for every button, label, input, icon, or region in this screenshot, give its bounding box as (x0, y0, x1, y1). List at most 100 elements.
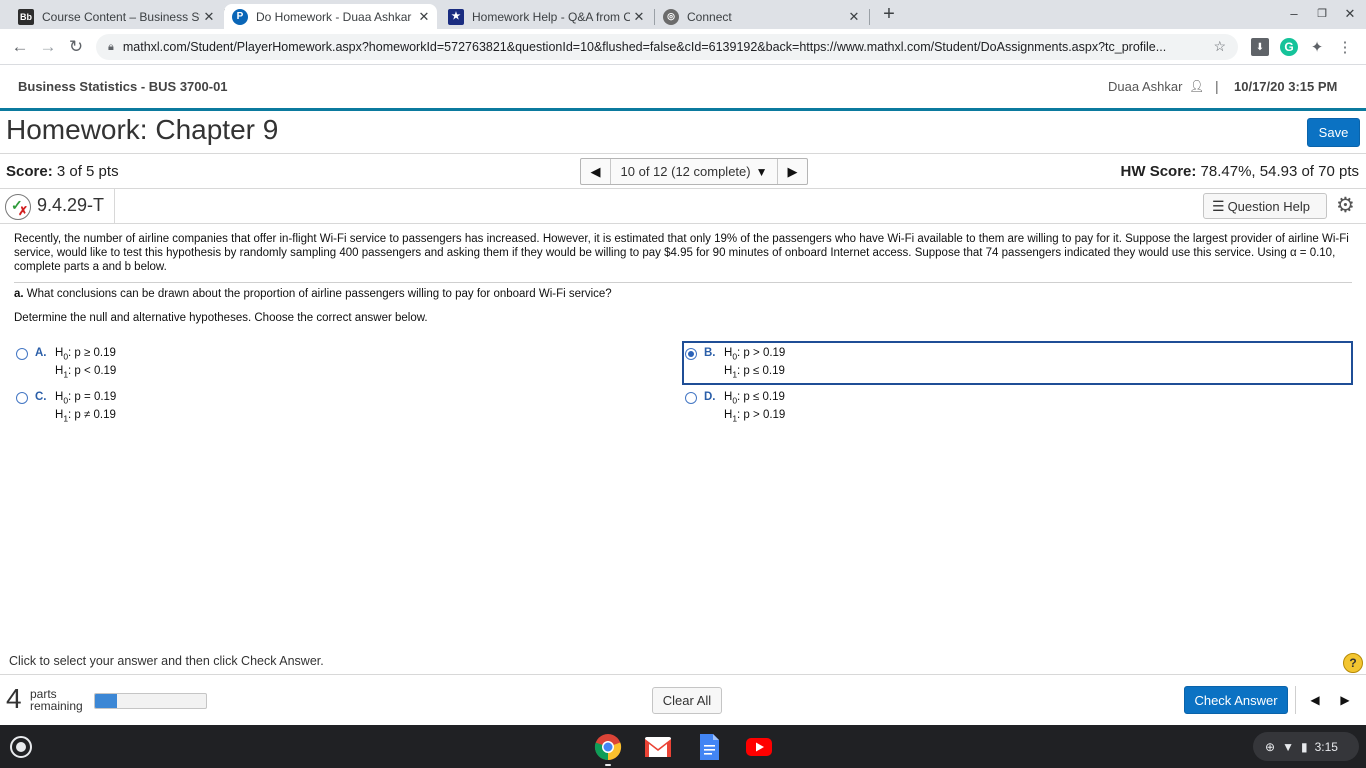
back-arrow-icon[interactable]: ← (8, 35, 32, 59)
choice-letter: C. (35, 391, 47, 403)
minimize-icon[interactable]: – (1287, 6, 1301, 21)
forward-arrow-icon[interactable]: → (36, 35, 60, 59)
hw-score-value: 78.47%, 54.93 of 70 pts (1200, 163, 1359, 180)
star-shield-icon: ★ (448, 8, 464, 25)
radio-button[interactable] (16, 392, 28, 404)
question-header: ✓ ✗ 9.4.29-T ☰ Question Help ⚙ (0, 189, 1366, 224)
reload-icon[interactable]: ↻ (64, 35, 88, 59)
question-selector[interactable]: 10 of 12 (12 complete) ▼ (611, 159, 777, 184)
restore-icon[interactable]: ❐ (1315, 7, 1329, 20)
question-help-label: Question Help (1227, 198, 1310, 214)
part-label: a. (14, 288, 24, 300)
gmail-icon[interactable] (644, 733, 672, 761)
next-question-button[interactable]: ▶ (777, 159, 807, 184)
alternative-hypothesis: H1: p ≠ 0.19 (55, 409, 116, 424)
choice-letter: D. (704, 391, 716, 403)
next-part-button[interactable]: ▶ (1331, 688, 1359, 712)
question-position: 10 of 12 (12 complete) (620, 164, 751, 179)
add-circle-icon: ⊕ (1265, 739, 1276, 754)
close-icon[interactable]: ✕ (845, 9, 863, 25)
clear-all-button[interactable]: Clear All (652, 687, 722, 714)
tab-separator (869, 9, 870, 25)
previous-part-button[interactable]: ◀ (1301, 688, 1329, 712)
chrome-icon[interactable] (594, 733, 622, 761)
triangle-left-icon: ◀ (590, 163, 601, 179)
browser-tab-strip: Bb Course Content – Business Stati ✕ P D… (0, 0, 1366, 29)
course-header: Business Statistics - BUS 3700-01 Duaa A… (0, 65, 1366, 111)
extensions-puzzle-icon[interactable]: ✦ (1308, 38, 1326, 56)
choice-a[interactable]: A. H0: p ≥ 0.19 H1: p < 0.19 (16, 346, 316, 382)
kebab-menu-icon[interactable]: ⋮ (1336, 38, 1354, 56)
launcher-icon[interactable] (10, 736, 32, 758)
pearson-icon: P (232, 8, 248, 25)
progress-fill (95, 694, 118, 708)
score-value: 3 of 5 pts (56, 163, 119, 180)
save-button[interactable]: Save (1307, 118, 1360, 147)
part-a-prompt: a. What conclusions can be drawn about t… (14, 288, 612, 300)
divider (1295, 686, 1296, 714)
gear-icon[interactable]: ⚙ (1336, 193, 1355, 218)
previous-question-button[interactable]: ◀ (581, 159, 611, 184)
instruction-text: Determine the null and alternative hypot… (14, 312, 428, 324)
user-icon: 👤︎ (1189, 79, 1205, 93)
address-bar[interactable]: 🔒︎ mathxl.com/Student/PlayerHomework.asp… (96, 34, 1238, 60)
alternative-hypothesis: H1: p < 0.19 (55, 365, 117, 380)
radio-button-selected[interactable] (685, 348, 697, 360)
globe-icon: ◎ (663, 8, 679, 25)
page-title: Homework: Chapter 9 (6, 114, 279, 145)
youtube-icon[interactable] (745, 733, 773, 761)
score-bar: Score: 3 of 5 pts ◀ 10 of 12 (12 complet… (0, 153, 1366, 189)
part-text: What conclusions can be drawn about the … (26, 288, 612, 300)
header-separator: | (1215, 78, 1219, 94)
tab-connect[interactable]: ◎ Connect ✕ (655, 4, 867, 29)
choice-c[interactable]: C. H0: p = 0.19 H1: p ≠ 0.19 (16, 390, 316, 426)
radio-button[interactable] (16, 348, 28, 360)
divider (114, 189, 115, 223)
docs-icon[interactable] (695, 733, 723, 761)
os-shelf: ⊕ ▼ ▮ 3:15 (0, 725, 1366, 768)
grammarly-icon[interactable]: G (1280, 38, 1298, 56)
battery-icon: ▮ (1300, 739, 1308, 754)
lock-icon: 🔒︎ (108, 40, 114, 53)
triangle-left-icon: ◀ (1310, 693, 1320, 707)
list-icon: ☰ (1212, 197, 1225, 214)
triangle-right-icon: ▶ (787, 163, 798, 179)
partial-credit-icon: ✓ ✗ (5, 194, 31, 220)
close-icon[interactable]: ✕ (630, 9, 648, 25)
clock-time: 3:15 (1314, 739, 1338, 754)
divider (14, 282, 1352, 283)
question-number: 9.4.29-T (37, 195, 105, 215)
close-icon[interactable]: ✕ (415, 9, 433, 25)
question-help-button[interactable]: ☰ Question Help (1203, 193, 1327, 219)
status-tray[interactable]: ⊕ ▼ ▮ 3:15 (1253, 732, 1359, 761)
close-icon[interactable]: ✕ (200, 9, 218, 25)
new-tab-icon[interactable]: + (878, 3, 900, 26)
url-text: mathxl.com/Student/PlayerHomework.aspx?h… (122, 40, 1167, 54)
active-app-indicator (605, 764, 611, 766)
tab-title: Course Content – Business Stati (42, 9, 200, 24)
tab-title: Do Homework - Duaa Ashkar (256, 9, 412, 24)
browser-toolbar: ← → ↻ 🔒︎ mathxl.com/Student/PlayerHomewo… (0, 29, 1366, 65)
tab-do-homework[interactable]: P Do Homework - Duaa Ashkar ✕ (224, 4, 437, 29)
parts-progress-bar (94, 693, 207, 709)
problem-statement: Recently, the number of airline companie… (14, 233, 1349, 273)
check-answer-button[interactable]: Check Answer (1184, 686, 1288, 714)
user-name[interactable]: Duaa Ashkar (1108, 79, 1182, 94)
bookmark-star-icon[interactable]: ☆ (1213, 38, 1226, 55)
choice-d[interactable]: D. H0: p ≤ 0.19 H1: p > 0.19 (685, 390, 985, 426)
choice-b[interactable]: B. H0: p > 0.19 H1: p ≤ 0.19 (685, 346, 985, 382)
triangle-right-icon: ▶ (1340, 693, 1350, 707)
score-label: Score: (6, 163, 53, 180)
hw-score-label: HW Score: (1120, 163, 1197, 180)
download-extension-icon[interactable]: ⬇ (1251, 38, 1269, 56)
null-hypothesis: H0: p ≥ 0.19 (55, 347, 116, 362)
tab-homework-help[interactable]: ★ Homework Help - Q&A from Onli ✕ (440, 4, 652, 29)
help-icon[interactable]: ? (1343, 653, 1363, 673)
alternative-hypothesis: H1: p > 0.19 (724, 409, 786, 424)
question-score: Score: 3 of 5 pts (6, 163, 119, 180)
window-close-icon[interactable]: ✕ (1343, 6, 1357, 22)
tab-course-content[interactable]: Bb Course Content – Business Stati ✕ (10, 4, 222, 29)
parts-remaining-label: parts remaining (30, 687, 83, 713)
answer-footer: 4 parts remaining Clear All Check Answer … (0, 674, 1366, 725)
radio-button[interactable] (685, 392, 697, 404)
